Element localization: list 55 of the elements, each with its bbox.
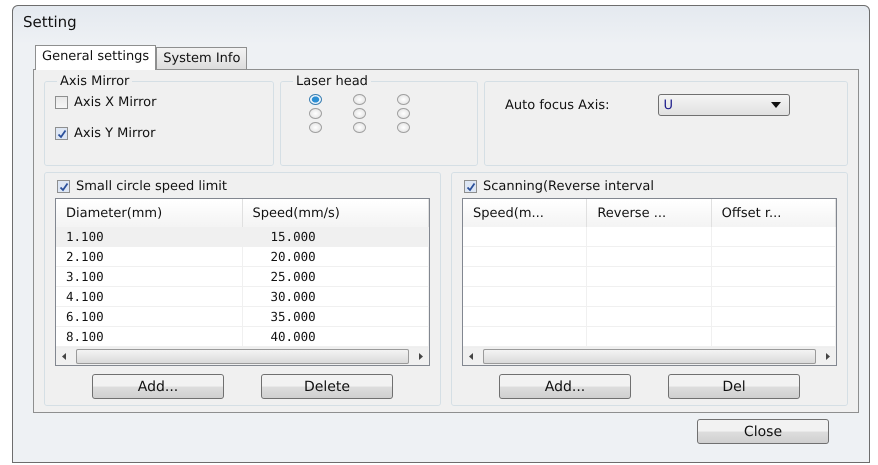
auto-focus-label: Auto focus Axis: [505, 98, 610, 112]
group-title: Axis Mirror [59, 74, 130, 89]
radio-button[interactable] [353, 122, 366, 133]
group-title: Laser head [295, 74, 369, 89]
checkbox[interactable]: Scanning(Reverse interval [464, 179, 654, 194]
table-cell: 30.000 [242, 287, 429, 306]
checkmark-icon [56, 128, 66, 138]
axis-dropdown[interactable]: U [658, 94, 790, 116]
table-cell: 15.000 [242, 227, 429, 246]
checkbox[interactable]: Axis Y Mirror [55, 126, 156, 141]
table-row[interactable]: 1.100 15.000 [56, 227, 429, 247]
tab[interactable]: System Info [156, 47, 248, 69]
radio-button[interactable] [397, 122, 410, 133]
column-header[interactable]: Offset r... [712, 199, 836, 227]
dialog-button[interactable]: Add... [499, 374, 631, 399]
table-cell: 8.100 [56, 327, 242, 346]
checkbox[interactable]: Small circle speed limit [57, 179, 227, 194]
scroll-right-icon[interactable] [826, 353, 830, 360]
table-cell: 1.100 [56, 227, 242, 246]
close-button[interactable]: Close [697, 419, 829, 444]
table-row[interactable]: 2.100 20.000 [56, 247, 429, 267]
scroll-left-icon[interactable] [62, 353, 66, 360]
table-cell: 3.100 [56, 267, 242, 286]
table-row[interactable]: 6.100 35.000 [56, 307, 429, 327]
table-cell: 35.000 [242, 307, 429, 326]
radio-button[interactable] [309, 108, 322, 119]
radio-button[interactable] [353, 94, 366, 105]
table-cell: 4.100 [56, 287, 242, 306]
horizontal-scrollbar[interactable] [56, 347, 429, 365]
table-cell: 40.000 [242, 327, 429, 346]
table-cell: 6.100 [56, 307, 242, 326]
dialog-button[interactable]: Delete [261, 374, 393, 399]
table-row[interactable]: 4.100 30.000 [56, 287, 429, 307]
dialog-button[interactable]: Del [668, 374, 800, 399]
radio-button[interactable] [353, 108, 366, 119]
column-header[interactable]: Reverse ... [587, 199, 712, 227]
scroll-right-icon[interactable] [419, 353, 423, 360]
checkmark-icon [466, 182, 476, 192]
radio-button[interactable] [309, 94, 322, 105]
column-header[interactable]: Speed(m... [463, 199, 588, 227]
tab[interactable]: General settings [35, 45, 156, 70]
table-cell: 2.100 [56, 247, 242, 266]
checkbox[interactable]: Axis X Mirror [55, 95, 156, 110]
checkmark-icon [58, 182, 68, 192]
caret-icon [770, 102, 780, 108]
dialog-button[interactable]: Add... [92, 374, 224, 399]
table-cell: 25.000 [242, 267, 429, 286]
scroll-left-icon[interactable] [469, 353, 473, 360]
table-cell: 20.000 [242, 247, 429, 266]
window-title: Setting [23, 13, 77, 31]
radio-button[interactable] [397, 94, 410, 105]
radio-button[interactable] [397, 108, 410, 119]
horizontal-scrollbar[interactable] [463, 347, 836, 365]
table-row[interactable]: 3.100 25.000 [56, 267, 429, 287]
radio-button[interactable] [309, 122, 322, 133]
